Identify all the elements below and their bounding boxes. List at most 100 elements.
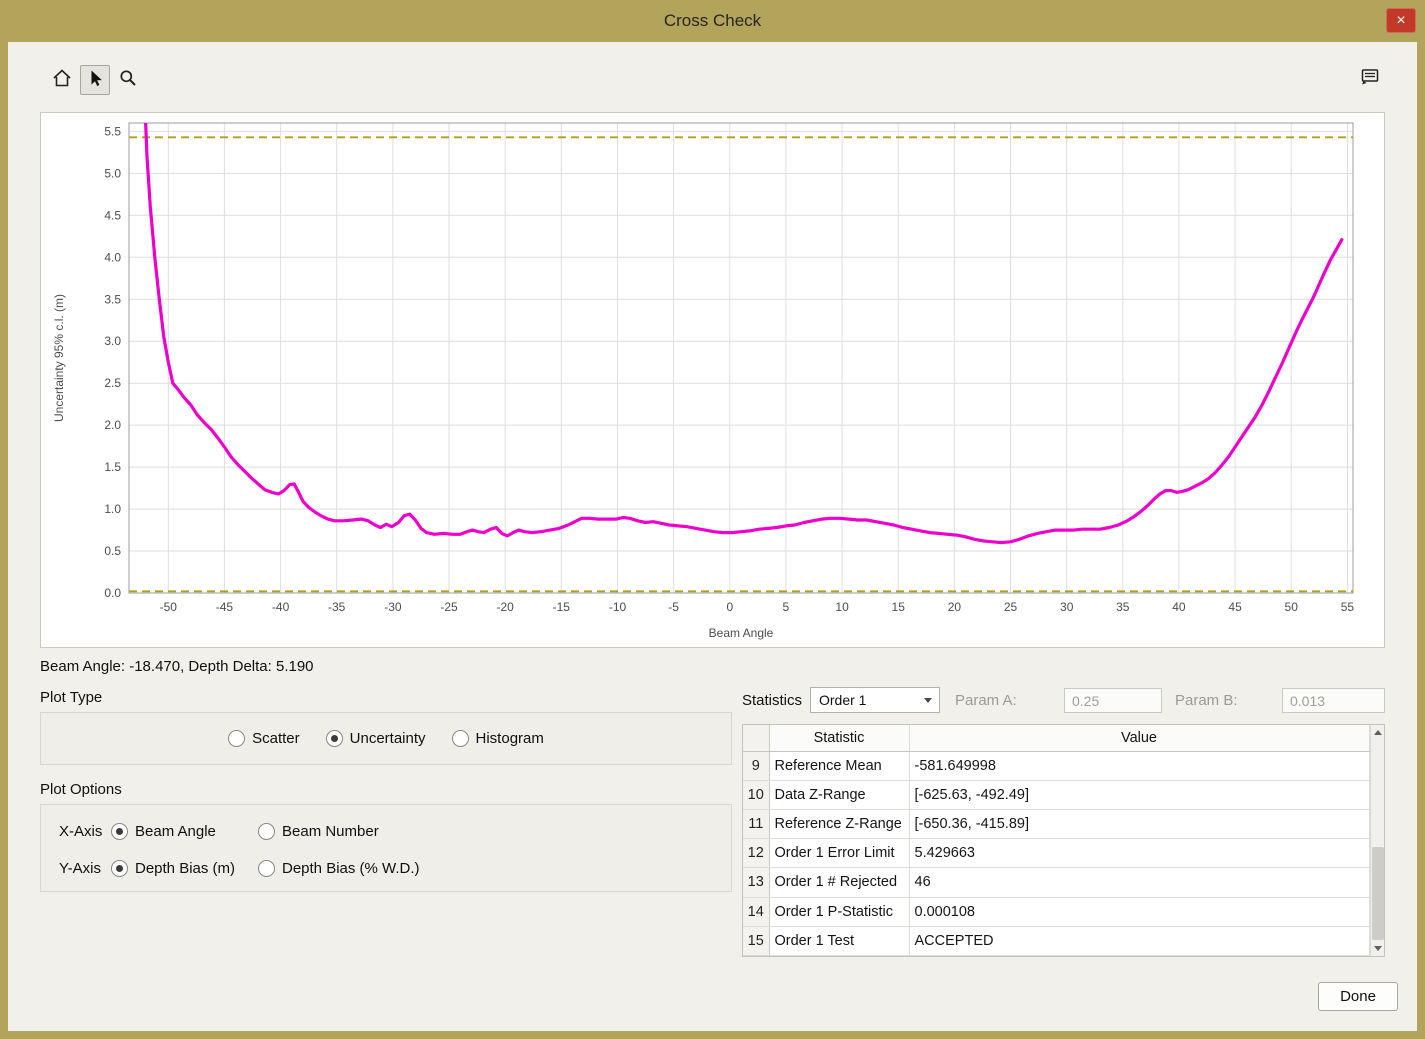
value-cell: [-650.36, -415.89] xyxy=(909,809,1369,838)
radio-x-beam-angle[interactable]: Beam Angle xyxy=(111,823,258,840)
svg-text:5.5: 5.5 xyxy=(104,124,121,138)
uncertainty-curve xyxy=(144,113,1342,543)
plot-options-label: Plot Options xyxy=(40,781,122,798)
radio-circle xyxy=(111,860,128,877)
svg-text:55: 55 xyxy=(1341,600,1355,614)
corner-cell xyxy=(743,725,769,751)
svg-text:3.0: 3.0 xyxy=(104,334,121,348)
value-cell: 46 xyxy=(909,868,1369,897)
chart-panel: -50-45-40-35-30-25-20-15-10-505101520253… xyxy=(40,112,1385,648)
scroll-up-icon[interactable] xyxy=(1371,725,1385,740)
row-number: 11 xyxy=(743,809,769,838)
chevron-down-icon xyxy=(917,698,939,703)
plot-options-group: X-Axis Beam Angle Beam Number Y-Axis Dep… xyxy=(40,804,732,892)
row-number: 9 xyxy=(743,751,769,780)
table-row[interactable]: 14Order 1 P-Statistic0.000108 xyxy=(743,897,1369,926)
row-number: 12 xyxy=(743,839,769,868)
radio-histogram[interactable]: Histogram xyxy=(452,730,544,747)
svg-text:-35: -35 xyxy=(328,600,346,614)
svg-text:40: 40 xyxy=(1172,600,1186,614)
svg-text:Beam Angle: Beam Angle xyxy=(709,626,774,640)
radio-circle xyxy=(452,730,469,747)
svg-text:25: 25 xyxy=(1004,600,1018,614)
dialog-content: -50-45-40-35-30-25-20-15-10-505101520253… xyxy=(8,42,1417,1031)
svg-text:0: 0 xyxy=(726,600,733,614)
statistic-header[interactable]: Statistic xyxy=(769,725,909,751)
row-number: 15 xyxy=(743,926,769,955)
statistic-cell: Order 1 Test xyxy=(769,926,909,955)
home-button[interactable] xyxy=(47,65,77,95)
param-a-input: 0.25 xyxy=(1064,688,1162,713)
radio-y-depth-bias-pct[interactable]: Depth Bias (% W.D.) xyxy=(258,860,420,877)
svg-text:-40: -40 xyxy=(272,600,290,614)
statistic-cell: Reference Z-Range xyxy=(769,809,909,838)
svg-text:5: 5 xyxy=(783,600,790,614)
statistic-cell: Data Z-Range xyxy=(769,780,909,809)
table-row[interactable]: 15Order 1 TestACCEPTED xyxy=(743,926,1369,955)
svg-text:4.5: 4.5 xyxy=(104,208,121,222)
svg-text:-25: -25 xyxy=(440,600,458,614)
statistics-label: Statistics xyxy=(742,692,802,709)
value-cell: 5.429663 xyxy=(909,839,1369,868)
pointer-tool-button[interactable] xyxy=(80,65,110,95)
svg-text:0.5: 0.5 xyxy=(104,544,121,558)
svg-text:10: 10 xyxy=(835,600,849,614)
row-number: 13 xyxy=(743,868,769,897)
table-row[interactable]: 9Reference Mean-581.649998 xyxy=(743,751,1369,780)
radio-y-depth-bias-m[interactable]: Depth Bias (m) xyxy=(111,860,258,877)
svg-text:2.5: 2.5 xyxy=(104,376,121,390)
magnifier-icon xyxy=(118,68,138,93)
x-axis-label: X-Axis xyxy=(59,823,111,840)
svg-text:-10: -10 xyxy=(609,600,627,614)
statistic-cell: Reference Mean xyxy=(769,751,909,780)
svg-text:-45: -45 xyxy=(216,600,234,614)
y-axis-label: Y-Axis xyxy=(59,860,111,877)
done-button[interactable]: Done xyxy=(1318,982,1398,1011)
table-row[interactable]: 12Order 1 Error Limit5.429663 xyxy=(743,839,1369,868)
svg-text:Uncertainty 95% c.l. (m): Uncertainty 95% c.l. (m) xyxy=(52,294,66,422)
svg-text:-50: -50 xyxy=(160,600,178,614)
uncertainty-chart[interactable]: -50-45-40-35-30-25-20-15-10-505101520253… xyxy=(41,113,1386,649)
window-title: Cross Check xyxy=(664,11,761,31)
cursor-readout: Beam Angle: -18.470, Depth Delta: 5.190 xyxy=(40,658,314,675)
table-scrollbar[interactable] xyxy=(1370,725,1385,956)
plot-type-label: Plot Type xyxy=(40,689,102,706)
options-menu-button[interactable] xyxy=(1355,64,1385,94)
param-a-label: Param A: xyxy=(955,692,1017,709)
radio-circle xyxy=(228,730,245,747)
value-header[interactable]: Value xyxy=(909,725,1369,751)
table-row[interactable]: 10Data Z-Range[-625.63, -492.49] xyxy=(743,780,1369,809)
scroll-thumb[interactable] xyxy=(1372,847,1384,940)
table-row[interactable]: 11Reference Z-Range[-650.36, -415.89] xyxy=(743,809,1369,838)
radio-x-beam-number[interactable]: Beam Number xyxy=(258,823,379,840)
radio-uncertainty[interactable]: Uncertainty xyxy=(326,730,426,747)
row-number: 14 xyxy=(743,897,769,926)
param-b-input: 0.013 xyxy=(1282,688,1385,713)
order-select[interactable]: Order 1 xyxy=(810,687,940,713)
svg-text:-15: -15 xyxy=(553,600,571,614)
statistic-cell: Order 1 Error Limit xyxy=(769,839,909,868)
menu-icon xyxy=(1359,67,1381,92)
radio-circle xyxy=(326,730,343,747)
radio-circle xyxy=(258,823,275,840)
row-number: 10 xyxy=(743,780,769,809)
title-bar[interactable]: Cross Check × xyxy=(0,0,1425,42)
value-cell: -581.649998 xyxy=(909,751,1369,780)
svg-text:3.5: 3.5 xyxy=(104,292,121,306)
svg-text:0.0: 0.0 xyxy=(104,586,121,600)
statistic-cell: Order 1 P-Statistic xyxy=(769,897,909,926)
statistics-table: Statistic Value 9Reference Mean-581.6499… xyxy=(742,724,1385,957)
cursor-arrow-icon xyxy=(85,68,105,93)
value-cell: ACCEPTED xyxy=(909,926,1369,955)
svg-text:1.5: 1.5 xyxy=(104,460,121,474)
radio-scatter[interactable]: Scatter xyxy=(228,730,300,747)
close-button[interactable]: × xyxy=(1386,8,1416,33)
table-row[interactable]: 13Order 1 # Rejected46 xyxy=(743,868,1369,897)
table-header-row: Statistic Value xyxy=(743,725,1369,751)
svg-text:15: 15 xyxy=(892,600,906,614)
order-select-value: Order 1 xyxy=(811,692,917,708)
scroll-down-icon[interactable] xyxy=(1371,941,1385,956)
zoom-tool-button[interactable] xyxy=(113,65,143,95)
radio-circle xyxy=(111,823,128,840)
statistics-table-body: 9Reference Mean-581.64999810Data Z-Range… xyxy=(743,751,1369,956)
